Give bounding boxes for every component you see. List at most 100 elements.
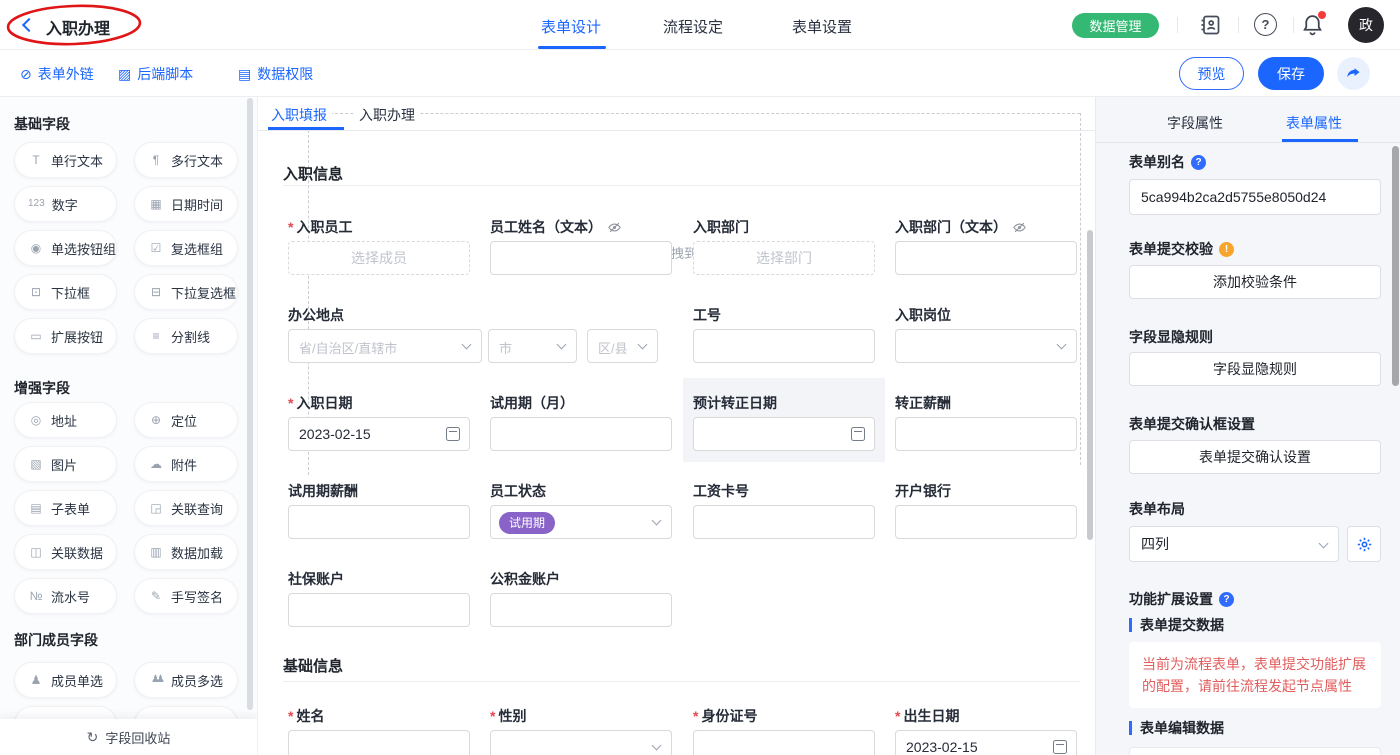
- field-visibility-button[interactable]: 字段显隐规则: [1129, 352, 1381, 386]
- text-input[interactable]: [288, 593, 470, 627]
- layout-settings-button[interactable]: [1347, 526, 1381, 562]
- field-pill-address[interactable]: ◎地址: [14, 402, 117, 438]
- submit-confirm-button[interactable]: 表单提交确认设置: [1129, 440, 1381, 474]
- help-icon[interactable]: ?: [1191, 155, 1206, 170]
- field-name[interactable]: *姓名: [288, 707, 470, 755]
- field-id-number[interactable]: *身份证号: [693, 707, 875, 755]
- text-input[interactable]: [490, 593, 672, 627]
- data-permission-link[interactable]: ▤ 数据权限: [238, 64, 313, 84]
- data-manage-button[interactable]: 数据管理: [1072, 13, 1159, 38]
- field-employee-name-text[interactable]: 员工姓名（文本）: [490, 218, 672, 275]
- office-city-select[interactable]: 市: [488, 324, 577, 363]
- text-input[interactable]: [895, 505, 1077, 539]
- field-onboard-dept-text[interactable]: 入职部门（文本）: [895, 218, 1077, 275]
- date-input[interactable]: [693, 417, 875, 451]
- field-onboard-date[interactable]: *入职日期 2023-02-15: [288, 394, 470, 451]
- field-birth-date[interactable]: *出生日期 2023-02-15: [895, 707, 1077, 755]
- field-onboard-dept[interactable]: 入职部门 选择部门: [693, 218, 875, 275]
- field-pill-relation-data[interactable]: ◫关联数据: [14, 534, 117, 570]
- text-input[interactable]: [693, 730, 875, 755]
- field-pill-member-multi[interactable]: ♟♟成员多选: [134, 662, 238, 698]
- field-expected-regular-date[interactable]: 预计转正日期: [693, 394, 875, 451]
- field-pill-multi-line-text[interactable]: ¶多行文本: [134, 142, 238, 178]
- field-salary-card[interactable]: 工资卡号: [693, 482, 875, 539]
- tab-form-setting[interactable]: 表单设置: [792, 16, 852, 37]
- field-pill-checkbox-group[interactable]: ☑复选框组: [134, 230, 238, 266]
- eye-off-icon[interactable]: [607, 220, 622, 235]
- dept-picker[interactable]: 选择部门: [693, 241, 875, 275]
- field-probation-months[interactable]: 试用期（月）: [490, 394, 672, 451]
- field-onboard-employee[interactable]: *入职员工 选择成员: [288, 218, 470, 275]
- warning-icon[interactable]: !: [1219, 242, 1234, 257]
- field-pill-geolocation[interactable]: ⊕定位: [134, 402, 238, 438]
- canvas-scrollbar[interactable]: [1087, 230, 1093, 540]
- text-input[interactable]: [895, 417, 1077, 451]
- date-input[interactable]: 2023-02-15: [288, 417, 470, 451]
- preview-button[interactable]: 预览: [1179, 57, 1244, 90]
- office-province-select[interactable]: 省/自治区/直辖市: [288, 324, 482, 363]
- field-pill-number[interactable]: 123数字: [14, 186, 117, 222]
- field-pill-radio-group[interactable]: ◉单选按钮组: [14, 230, 117, 266]
- field-job-number[interactable]: 工号: [693, 306, 875, 363]
- field-regular-salary[interactable]: 转正薪酬: [895, 394, 1077, 451]
- field-bank[interactable]: 开户银行: [895, 482, 1077, 539]
- field-pill-single-line-text[interactable]: T单行文本: [14, 142, 117, 178]
- select-input[interactable]: [490, 730, 672, 755]
- panel-scrollbar[interactable]: [1392, 146, 1399, 386]
- field-pill-attachment[interactable]: ☁附件: [134, 446, 238, 482]
- save-button[interactable]: 保存: [1258, 57, 1324, 90]
- back-icon[interactable]: [22, 18, 36, 32]
- field-pill-member-single[interactable]: ♟成员单选: [14, 662, 117, 698]
- form-external-link[interactable]: ⊘ 表单外链: [20, 64, 94, 84]
- field-onboard-position[interactable]: 入职岗位: [895, 306, 1077, 363]
- backend-script-link[interactable]: ▨ 后端脚本: [118, 64, 193, 84]
- eye-off-icon[interactable]: [1012, 220, 1027, 235]
- field-recycle-bin[interactable]: ↻ 字段回收站: [0, 719, 257, 755]
- member-picker[interactable]: 选择成员: [288, 241, 470, 275]
- field-pill-multi-dropdown[interactable]: ⊟下拉复选框: [134, 274, 238, 310]
- date-input[interactable]: 2023-02-15: [895, 730, 1077, 755]
- text-input[interactable]: [490, 241, 672, 275]
- office-district-select[interactable]: 区/县: [587, 324, 658, 363]
- text-input[interactable]: [895, 241, 1077, 275]
- field-office-location[interactable]: 办公地点: [288, 306, 688, 324]
- tab-form-design[interactable]: 表单设计: [541, 16, 601, 37]
- field-pill-subform[interactable]: ▤子表单: [14, 490, 117, 526]
- help-icon[interactable]: ?: [1219, 592, 1234, 607]
- add-validation-button[interactable]: 添加校验条件: [1129, 265, 1381, 299]
- address-book-icon[interactable]: [1198, 13, 1222, 37]
- field-housing-fund[interactable]: 公积金账户: [490, 570, 672, 627]
- text-input[interactable]: [490, 417, 672, 451]
- text-input[interactable]: [288, 730, 470, 755]
- form-alias-input[interactable]: 5ca994b2ca2d5755e8050d24: [1129, 179, 1381, 215]
- field-pill-signature[interactable]: ✎手写签名: [134, 578, 238, 614]
- field-gender[interactable]: *性别: [490, 707, 672, 755]
- text-input[interactable]: [288, 505, 470, 539]
- field-pill-datetime[interactable]: ▦日期时间: [134, 186, 238, 222]
- field-pill-relation-query[interactable]: ◲关联查询: [134, 490, 238, 526]
- select-input[interactable]: [895, 329, 1077, 363]
- page-title[interactable]: 入职办理: [46, 15, 110, 39]
- text-input[interactable]: [693, 329, 875, 363]
- field-pill-serial-number[interactable]: №流水号: [14, 578, 117, 614]
- field-pill-data-load[interactable]: ▥数据加载: [134, 534, 238, 570]
- tab-field-properties[interactable]: 字段属性: [1167, 113, 1223, 133]
- form-tab-onboard-process[interactable]: 入职办理: [354, 105, 420, 125]
- field-probation-salary[interactable]: 试用期薪酬: [288, 482, 470, 539]
- field-pill-extend-button[interactable]: ▭扩展按钮: [14, 318, 117, 354]
- help-icon[interactable]: ?: [1254, 13, 1277, 36]
- field-pill-image[interactable]: ▧图片: [14, 446, 117, 482]
- sidebar-scrollbar[interactable]: [247, 98, 253, 710]
- field-pill-dropdown[interactable]: ⊡下拉框: [14, 274, 117, 310]
- field-social-security[interactable]: 社保账户: [288, 570, 470, 627]
- share-button[interactable]: [1337, 57, 1370, 90]
- form-layout-select[interactable]: 四列: [1129, 526, 1339, 562]
- tab-flow-setting[interactable]: 流程设定: [663, 16, 723, 37]
- field-employee-status[interactable]: 员工状态 试用期: [490, 482, 672, 539]
- field-pill-divider[interactable]: ≡分割线: [134, 318, 238, 354]
- user-avatar[interactable]: 政: [1348, 7, 1384, 43]
- form-tab-onboard-fill[interactable]: 入职填报: [266, 105, 332, 125]
- select-input[interactable]: 试用期: [490, 505, 672, 539]
- text-input[interactable]: [693, 505, 875, 539]
- tab-form-properties[interactable]: 表单属性: [1286, 113, 1342, 133]
